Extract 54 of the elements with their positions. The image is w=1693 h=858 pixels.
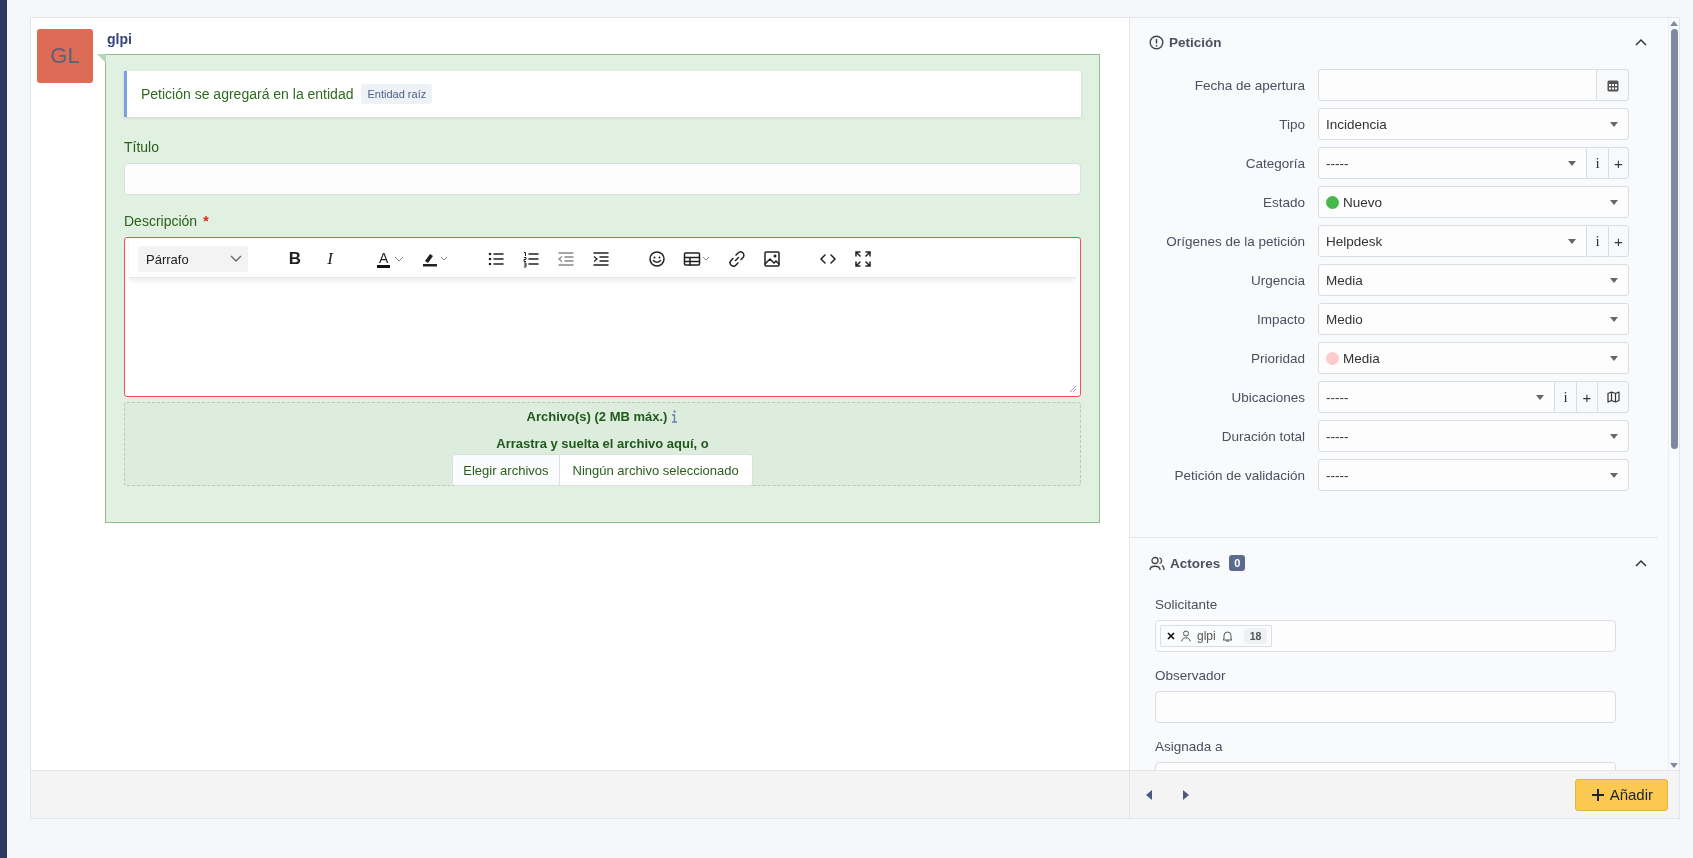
drop-hint: Arrastra y suelta el archivo aquí, o — [496, 436, 709, 451]
file-status: Ningún archivo seleccionado — [559, 454, 753, 486]
info-button[interactable]: i — [1587, 225, 1608, 257]
field-label: Asignada a — [1155, 739, 1224, 754]
section-title: Petición — [1169, 34, 1222, 50]
info-button[interactable]: i — [1555, 381, 1576, 413]
choose-files-button[interactable]: Elegir archivos — [452, 454, 560, 486]
field-label: Tipo — [1278, 116, 1305, 132]
field-label: Prioridad — [1249, 350, 1305, 366]
actor-name: glpi — [1197, 629, 1216, 643]
author-name: glpi — [106, 30, 133, 49]
add-button[interactable]: + — [1608, 225, 1629, 257]
bold-button[interactable]: B — [286, 250, 304, 268]
select-field[interactable]: ----- — [1318, 459, 1629, 491]
italic-button[interactable]: I — [321, 250, 339, 268]
field-label: Duración total — [1220, 428, 1305, 444]
select-field[interactable]: Nuevo — [1318, 186, 1629, 218]
required-mark: * — [203, 213, 209, 229]
entity-badge: Entidad raíz — [361, 84, 433, 104]
count-badge: 18 — [1243, 628, 1268, 644]
field-label: Orígenes de la petición — [1165, 233, 1305, 249]
add-button[interactable]: Añadir — [1574, 778, 1668, 811]
format-select[interactable]: Párrafo — [138, 246, 248, 272]
count-badge: 0 — [1229, 555, 1246, 571]
field-label: Impacto — [1255, 311, 1305, 327]
text-color-button[interactable]: A — [377, 250, 405, 268]
field-label: Ubicaciones — [1230, 389, 1305, 405]
select-field[interactable]: Incidencia — [1318, 108, 1629, 140]
field-label: Fecha de apertura — [1193, 77, 1305, 93]
select-field[interactable]: ----- — [1318, 147, 1587, 179]
select-field[interactable]: ----- — [1318, 420, 1629, 452]
select-field[interactable]: ----- — [1318, 381, 1555, 413]
description-editor[interactable]: Párrafo B I A — [124, 237, 1081, 397]
select-field[interactable]: Media — [1318, 342, 1629, 374]
select-field[interactable]: Medio — [1318, 303, 1629, 335]
add-button[interactable]: + — [1576, 381, 1597, 413]
field-label: Categoría — [1244, 155, 1305, 171]
add-button[interactable]: + — [1608, 147, 1629, 179]
user-avatar: GL — [37, 29, 93, 83]
field-label: Descripción — [124, 213, 198, 229]
select-field[interactable]: Media — [1318, 264, 1629, 296]
field-label: Urgencia — [1249, 272, 1305, 288]
section-title: Actores — [1170, 555, 1221, 571]
attachment-label: Archivo(s) (2 MB máx.) — [526, 409, 668, 424]
info-button[interactable]: i — [1587, 147, 1608, 179]
actor-field[interactable]: glpi 18 — [1155, 620, 1616, 652]
field-label: Petición de validación — [1173, 467, 1305, 483]
file-drop-zone[interactable]: Archivo(s) (2 MB máx.) Arrastra y suelta el archivo aquí, o Elegir archivos Ningún archivo seleccionado — [124, 402, 1081, 486]
field-label: Título — [124, 139, 160, 155]
field-label: Solicitante — [1155, 597, 1219, 612]
notice-text: Petición se agregará en la entidad — [141, 86, 354, 102]
field-label: Estado — [1261, 194, 1305, 210]
select-field[interactable]: Helpdesk — [1318, 225, 1587, 257]
field-label: Observador — [1155, 668, 1227, 683]
